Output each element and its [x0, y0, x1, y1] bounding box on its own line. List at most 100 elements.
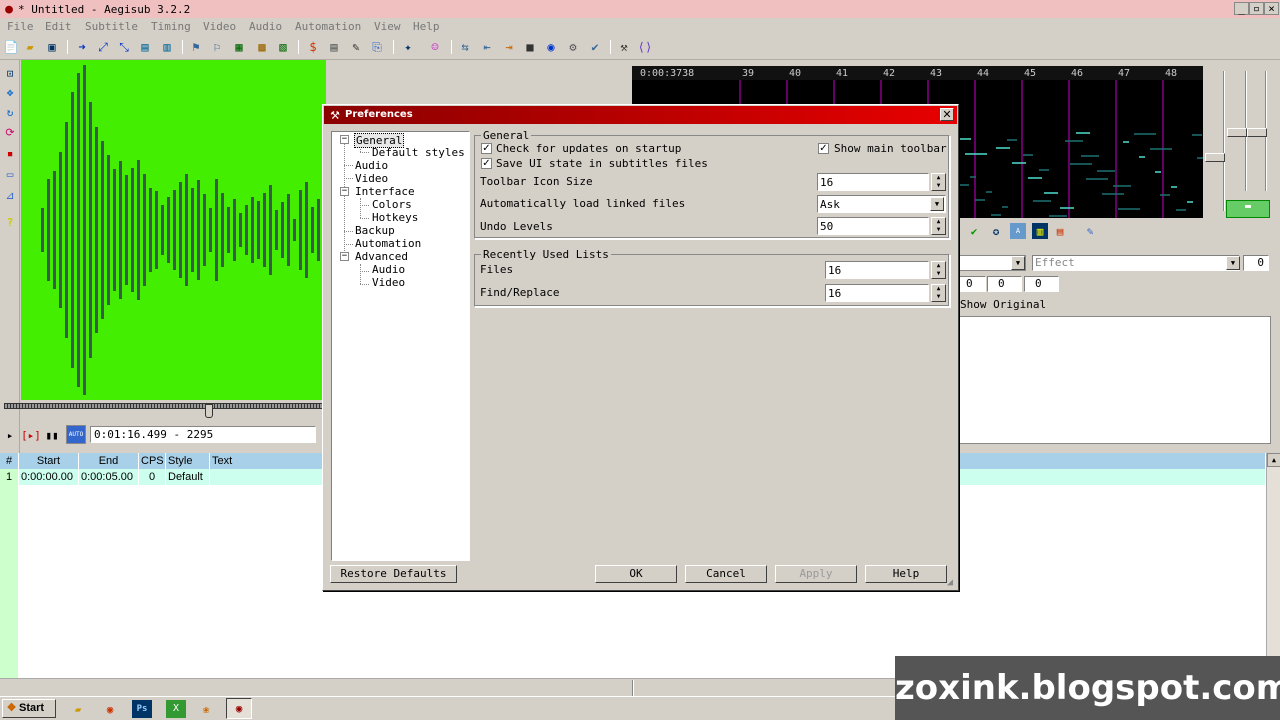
spell-check-icon[interactable]: ✎	[349, 39, 363, 55]
kanji-timer-icon[interactable]: ▧	[276, 39, 290, 55]
find-replace-spinner[interactable]: ▲ ▼	[931, 284, 946, 302]
audio-zoom-slider[interactable]	[1205, 153, 1225, 162]
video-display[interactable]	[21, 60, 326, 400]
jump-to-icon[interactable]: ➜	[75, 39, 89, 55]
menu-automation[interactable]: Automation	[295, 20, 361, 33]
tree-item-advanced-audio[interactable]: Audio	[372, 263, 405, 276]
save-file-icon[interactable]: ▣	[45, 39, 59, 55]
preferences-icon[interactable]: ◉	[544, 39, 558, 55]
properties-icon[interactable]: ▥	[160, 39, 174, 55]
start-button[interactable]: ❖ Start	[2, 699, 56, 718]
chevron-down-icon[interactable]: ▼	[930, 197, 944, 211]
subtitle-text-input[interactable]	[958, 316, 1271, 444]
tree-item-backup[interactable]: Backup	[355, 224, 395, 237]
scroll-up-icon[interactable]: ▲	[1267, 453, 1280, 467]
style-manager-icon[interactable]: ⚑	[189, 39, 203, 55]
play-icon[interactable]: ▸	[5, 429, 15, 441]
effect-field[interactable]: Effect	[1032, 255, 1240, 271]
video-details-icon[interactable]: ▤	[138, 39, 152, 55]
chevron-down-icon[interactable]: ▼	[1011, 256, 1025, 270]
automation-icon[interactable]: $	[306, 39, 320, 55]
col-cps[interactable]: CPS	[139, 453, 166, 469]
tree-item-default-styles[interactable]: Default styles	[372, 146, 465, 159]
col-end[interactable]: End	[79, 453, 139, 469]
col-start[interactable]: Start	[19, 453, 79, 469]
tree-item-automation[interactable]: Automation	[355, 237, 421, 250]
karaoke-icon[interactable]: ▤	[1052, 223, 1068, 239]
save-ui-label[interactable]: Save UI state in subtitles files	[496, 157, 708, 170]
ok-button[interactable]: OK	[595, 565, 677, 583]
col-number[interactable]: #	[0, 453, 19, 469]
timing-postprocessor-icon[interactable]: ☺	[428, 39, 442, 55]
tree-item-advanced[interactable]: Advanced	[355, 250, 408, 263]
video-seek-bar[interactable]	[4, 401, 326, 423]
shift-times-icon[interactable]: ⇆	[458, 39, 472, 55]
clip-icon[interactable]: ▭	[3, 167, 17, 181]
check-updates-checkbox[interactable]: ✓	[481, 143, 492, 154]
chrome-icon[interactable]: ◉	[100, 700, 120, 718]
snap-end-icon[interactable]: ⇥	[502, 39, 516, 55]
collapse-interface-icon[interactable]: −	[340, 187, 349, 196]
save-ui-checkbox[interactable]: ✓	[481, 158, 492, 169]
undo-levels-spinner[interactable]: ▲ ▼	[931, 217, 946, 235]
icon-size-spinner[interactable]: ▲ ▼	[931, 173, 946, 191]
options-icon[interactable]: ⚙	[566, 39, 580, 55]
files-spinner[interactable]: ▲ ▼	[931, 261, 946, 279]
margin-left-field[interactable]: 0	[959, 276, 986, 292]
video-time-display[interactable]: 0:01:16.499 - 2295	[90, 426, 316, 443]
menu-view[interactable]: View	[374, 20, 401, 33]
styling-assistant-icon[interactable]: ✦	[401, 39, 415, 55]
stop-icon[interactable]: ■	[523, 39, 537, 55]
menu-audio[interactable]: Audio	[249, 20, 282, 33]
icon-size-field[interactable]: 16	[817, 173, 929, 191]
rotate-z-icon[interactable]: ↻	[3, 105, 17, 119]
collapse-general-icon[interactable]: −	[340, 135, 349, 144]
menu-subtitle[interactable]: Subtitle	[85, 20, 138, 33]
commit-icon[interactable]: ✔	[966, 223, 982, 239]
zoom-out-icon[interactable]: ⤡	[117, 39, 131, 55]
vector-clip-icon[interactable]: ⊿	[3, 188, 17, 202]
spectrum-mode-icon[interactable]: ▥	[1032, 223, 1048, 239]
check-updates-label[interactable]: Check for updates on startup	[496, 142, 681, 155]
files-field[interactable]: 16	[825, 261, 929, 279]
cancel-button[interactable]: Cancel	[685, 565, 767, 583]
autoload-select[interactable]: Ask	[817, 195, 946, 213]
help-icon[interactable]: ?	[3, 215, 17, 229]
auto-scroll-icon[interactable]: AUTO	[66, 425, 86, 444]
find-replace-icon[interactable]: ⎘	[370, 39, 384, 55]
tree-item-colors[interactable]: Colors	[372, 198, 412, 211]
tree-item-advanced-video[interactable]: Video	[372, 276, 405, 289]
undo-levels-field[interactable]: 50	[817, 217, 929, 235]
app-icon[interactable]: ❀	[196, 700, 216, 718]
show-toolbar-checkbox[interactable]: ✓	[818, 143, 829, 154]
open-file-icon[interactable]: ▰	[23, 39, 37, 55]
fonts-collector-icon[interactable]: ▦	[232, 39, 246, 55]
menu-file[interactable]: File	[7, 20, 34, 33]
pause-icon[interactable]: ▮▮	[45, 429, 58, 441]
template-icon[interactable]: ⟨⟩	[638, 39, 652, 55]
show-toolbar-label[interactable]: Show main toolbar	[834, 142, 947, 155]
dialog-close-button[interactable]: ✕	[940, 108, 954, 121]
find-replace-field[interactable]: 16	[825, 284, 929, 302]
standard-tool-icon[interactable]: ⊡	[3, 66, 17, 80]
aegisub-task-icon[interactable]: ◉	[226, 698, 252, 719]
margin-vert-field[interactable]: 0	[1024, 276, 1059, 292]
audio-link-toggle[interactable]: ▬	[1226, 200, 1270, 218]
col-style[interactable]: Style	[166, 453, 210, 469]
audio-options-icon[interactable]: ✎	[1082, 223, 1098, 239]
chevron-down-icon[interactable]: ▼	[1226, 256, 1240, 270]
resample-icon[interactable]: ▩	[255, 39, 269, 55]
tree-item-video[interactable]: Video	[355, 172, 388, 185]
menu-help[interactable]: Help	[413, 20, 440, 33]
tree-item-hotkeys[interactable]: Hotkeys	[372, 211, 418, 224]
snap-start-icon[interactable]: ⇤	[480, 39, 494, 55]
attachments-icon[interactable]: ⚐	[210, 39, 224, 55]
rotate-xy-icon[interactable]: ⟳	[3, 125, 17, 139]
new-file-icon[interactable]: 📄	[4, 39, 19, 55]
restore-defaults-button[interactable]: Restore Defaults	[330, 565, 457, 583]
menu-video[interactable]: Video	[203, 20, 236, 33]
drag-tool-icon[interactable]: ✥	[3, 85, 17, 99]
checkmark-icon[interactable]: ✔	[588, 39, 602, 55]
resize-grip-icon[interactable]: ◢	[944, 577, 956, 589]
seek-thumb[interactable]	[205, 404, 213, 418]
